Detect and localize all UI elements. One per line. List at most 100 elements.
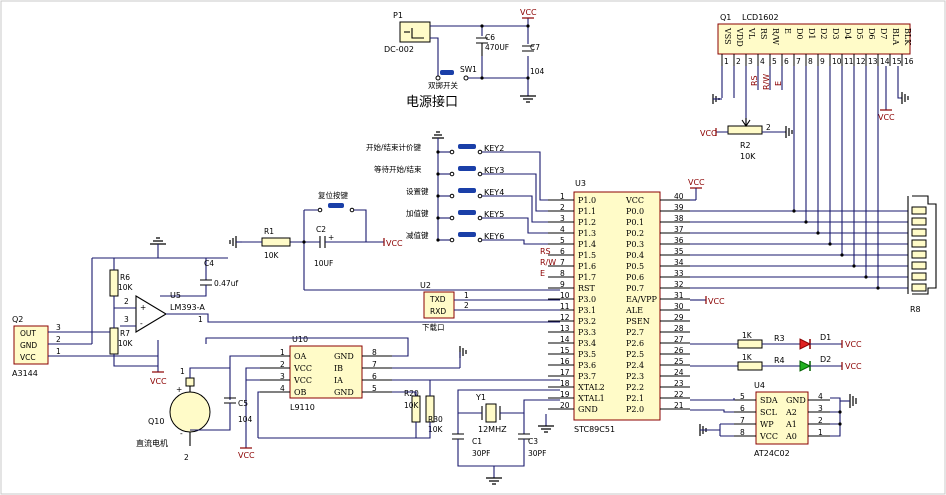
u3-pin-label: P1.0 xyxy=(578,196,596,205)
u3-pin-label: P2.1 xyxy=(626,394,644,403)
lcd-pin-label: D3 xyxy=(831,28,840,40)
r1-resistor xyxy=(261,237,291,247)
u3-pin-number: 26 xyxy=(674,346,684,355)
u4-pin-number: 1 xyxy=(818,428,823,437)
u4-ref: U4 xyxy=(754,381,765,390)
u4-pin-number: 5 xyxy=(740,392,745,401)
u3-pin-number: 6 xyxy=(560,247,565,256)
u3-pin-label: P3.6 xyxy=(578,361,596,370)
u3-pin-label: P3.3 xyxy=(578,328,596,337)
u3-pin-label: P1.1 xyxy=(578,207,596,216)
keys-section: KEY2开始/结束计价键KEY3等待开始/结束KEY4设置键KEY5加值键KEY… xyxy=(366,131,548,245)
lcd-pin-number: 13 xyxy=(868,57,878,66)
u5-vcc: VCC xyxy=(150,377,167,386)
svg-text:+: + xyxy=(328,233,334,242)
lcd-pin-number: 1 xyxy=(724,57,729,66)
lcd-pin-number: 4 xyxy=(760,57,765,66)
y1-value: 12MHZ xyxy=(478,425,507,434)
u3-pin-number: 35 xyxy=(674,247,684,256)
motor-body xyxy=(169,391,211,433)
u10-pin-number: 6 xyxy=(372,372,377,381)
u4-pin-number: 3 xyxy=(818,404,823,413)
u3-pin-number: 10 xyxy=(560,291,570,300)
u3-pin-label: XTAL2 xyxy=(578,383,605,392)
lcd-pin-label: D5 xyxy=(855,28,864,40)
lcd-pin-number: 11 xyxy=(844,57,854,66)
r6-resistor xyxy=(109,269,119,297)
q2-out: OUT xyxy=(20,329,36,338)
p1-ref: P1 xyxy=(393,11,403,20)
u10-pin-label: VCC xyxy=(293,364,312,373)
u3-net-rw: R/W xyxy=(540,258,556,267)
r20-value: 10K xyxy=(404,401,420,410)
lcd-pin-number: 7 xyxy=(796,57,801,66)
c3-ref: C3 xyxy=(528,437,538,446)
u2-txd: TXD xyxy=(429,295,446,304)
reset-vcc: VCC xyxy=(386,239,403,248)
u10-pin-number: 7 xyxy=(372,360,377,369)
lcd-pin-label: D2 xyxy=(819,28,828,40)
lcd-pin-number: 8 xyxy=(808,57,813,66)
u10-pin-label: GND xyxy=(334,388,354,397)
key-button xyxy=(458,188,476,193)
u10-pin-number: 4 xyxy=(280,384,285,393)
c2-value: 10UF xyxy=(314,259,333,268)
u3-pin-label: P1.7 xyxy=(578,273,596,282)
svg-text:3: 3 xyxy=(124,315,129,324)
schematic-canvas: P1 DC-002 SW1 双掷开关 C6 470UF C7 104 VCC 电… xyxy=(0,0,946,495)
r7-pot xyxy=(109,327,119,355)
u3-pin-number: 3 xyxy=(560,214,565,223)
r2-pin2: 2 xyxy=(766,123,771,132)
u3-pin-number: 22 xyxy=(674,390,684,399)
u3-ea-vcc: VCC xyxy=(708,297,725,306)
u3-pin-label: P1.4 xyxy=(578,240,596,249)
u3-pin-label: P0.0 xyxy=(626,207,644,216)
svg-text:2: 2 xyxy=(124,297,129,306)
u10-ref: U10 xyxy=(292,335,308,344)
r20-ref: R20 xyxy=(404,389,419,398)
u3-pin-label: P3.4 xyxy=(578,339,596,348)
key-button xyxy=(458,166,476,171)
c6-ref: C6 xyxy=(485,33,495,42)
u4-eeprom: U4 AT24C02 5 SDA 6 SCL 7 WP 8 VCC 4 GND 3 A2 2 A1 1 A0 xyxy=(690,381,857,458)
u3-pin-number: 13 xyxy=(560,324,570,333)
c7-value: 104 xyxy=(530,67,545,76)
svg-text:3: 3 xyxy=(56,323,61,332)
u3-pin-number: 25 xyxy=(674,357,684,366)
lcd-pin-number: 5 xyxy=(772,57,777,66)
key-label: 设置键 xyxy=(406,186,429,196)
r6-value: 10K xyxy=(118,283,134,292)
u3-pin-number: 16 xyxy=(560,357,570,366)
u3-pin-label: P0.5 xyxy=(626,262,644,271)
u3-pin-number: 40 xyxy=(674,192,684,201)
u3-pin-label: VCC xyxy=(625,196,644,205)
u3-pin-number: 23 xyxy=(674,379,684,388)
led-resistor-ref: R4 xyxy=(774,356,785,365)
r2-vcc: VCC xyxy=(700,129,717,138)
u3-pin-label: P2.3 xyxy=(626,372,644,381)
u3-pin-label: P0.7 xyxy=(626,284,644,293)
u3-pin-label: P3.2 xyxy=(578,317,596,326)
key-button xyxy=(458,210,476,215)
u3-pin-number: 33 xyxy=(674,269,684,278)
svg-text:+: + xyxy=(140,303,146,312)
sw1-ref: SW1 xyxy=(460,65,477,74)
key-label: 开始/结束计价键 xyxy=(366,142,422,152)
u3-pin-number: 5 xyxy=(560,236,565,245)
q2-ref: Q2 xyxy=(12,315,23,324)
lcd-pin-label: VDD xyxy=(735,27,744,47)
u10-pin-number: 3 xyxy=(280,372,285,381)
u4-part: AT24C02 xyxy=(754,449,790,458)
r8-ref: R8 xyxy=(910,305,921,314)
c5-value: 104 xyxy=(238,415,253,424)
svg-text:2: 2 xyxy=(184,453,189,462)
u3-pin-label: P0.1 xyxy=(626,218,644,227)
u3-pin-label: P1.3 xyxy=(578,229,596,238)
lcd-pin-number: 3 xyxy=(748,57,753,66)
lcd-pin-label: BLA xyxy=(891,28,900,45)
lcd-pin-label: VSS xyxy=(723,27,732,45)
u4-pin-label: SDA xyxy=(760,396,778,405)
key-button xyxy=(458,144,476,149)
u3-pin-number: 38 xyxy=(674,214,684,223)
u3-pin-label: ALE xyxy=(625,306,643,315)
